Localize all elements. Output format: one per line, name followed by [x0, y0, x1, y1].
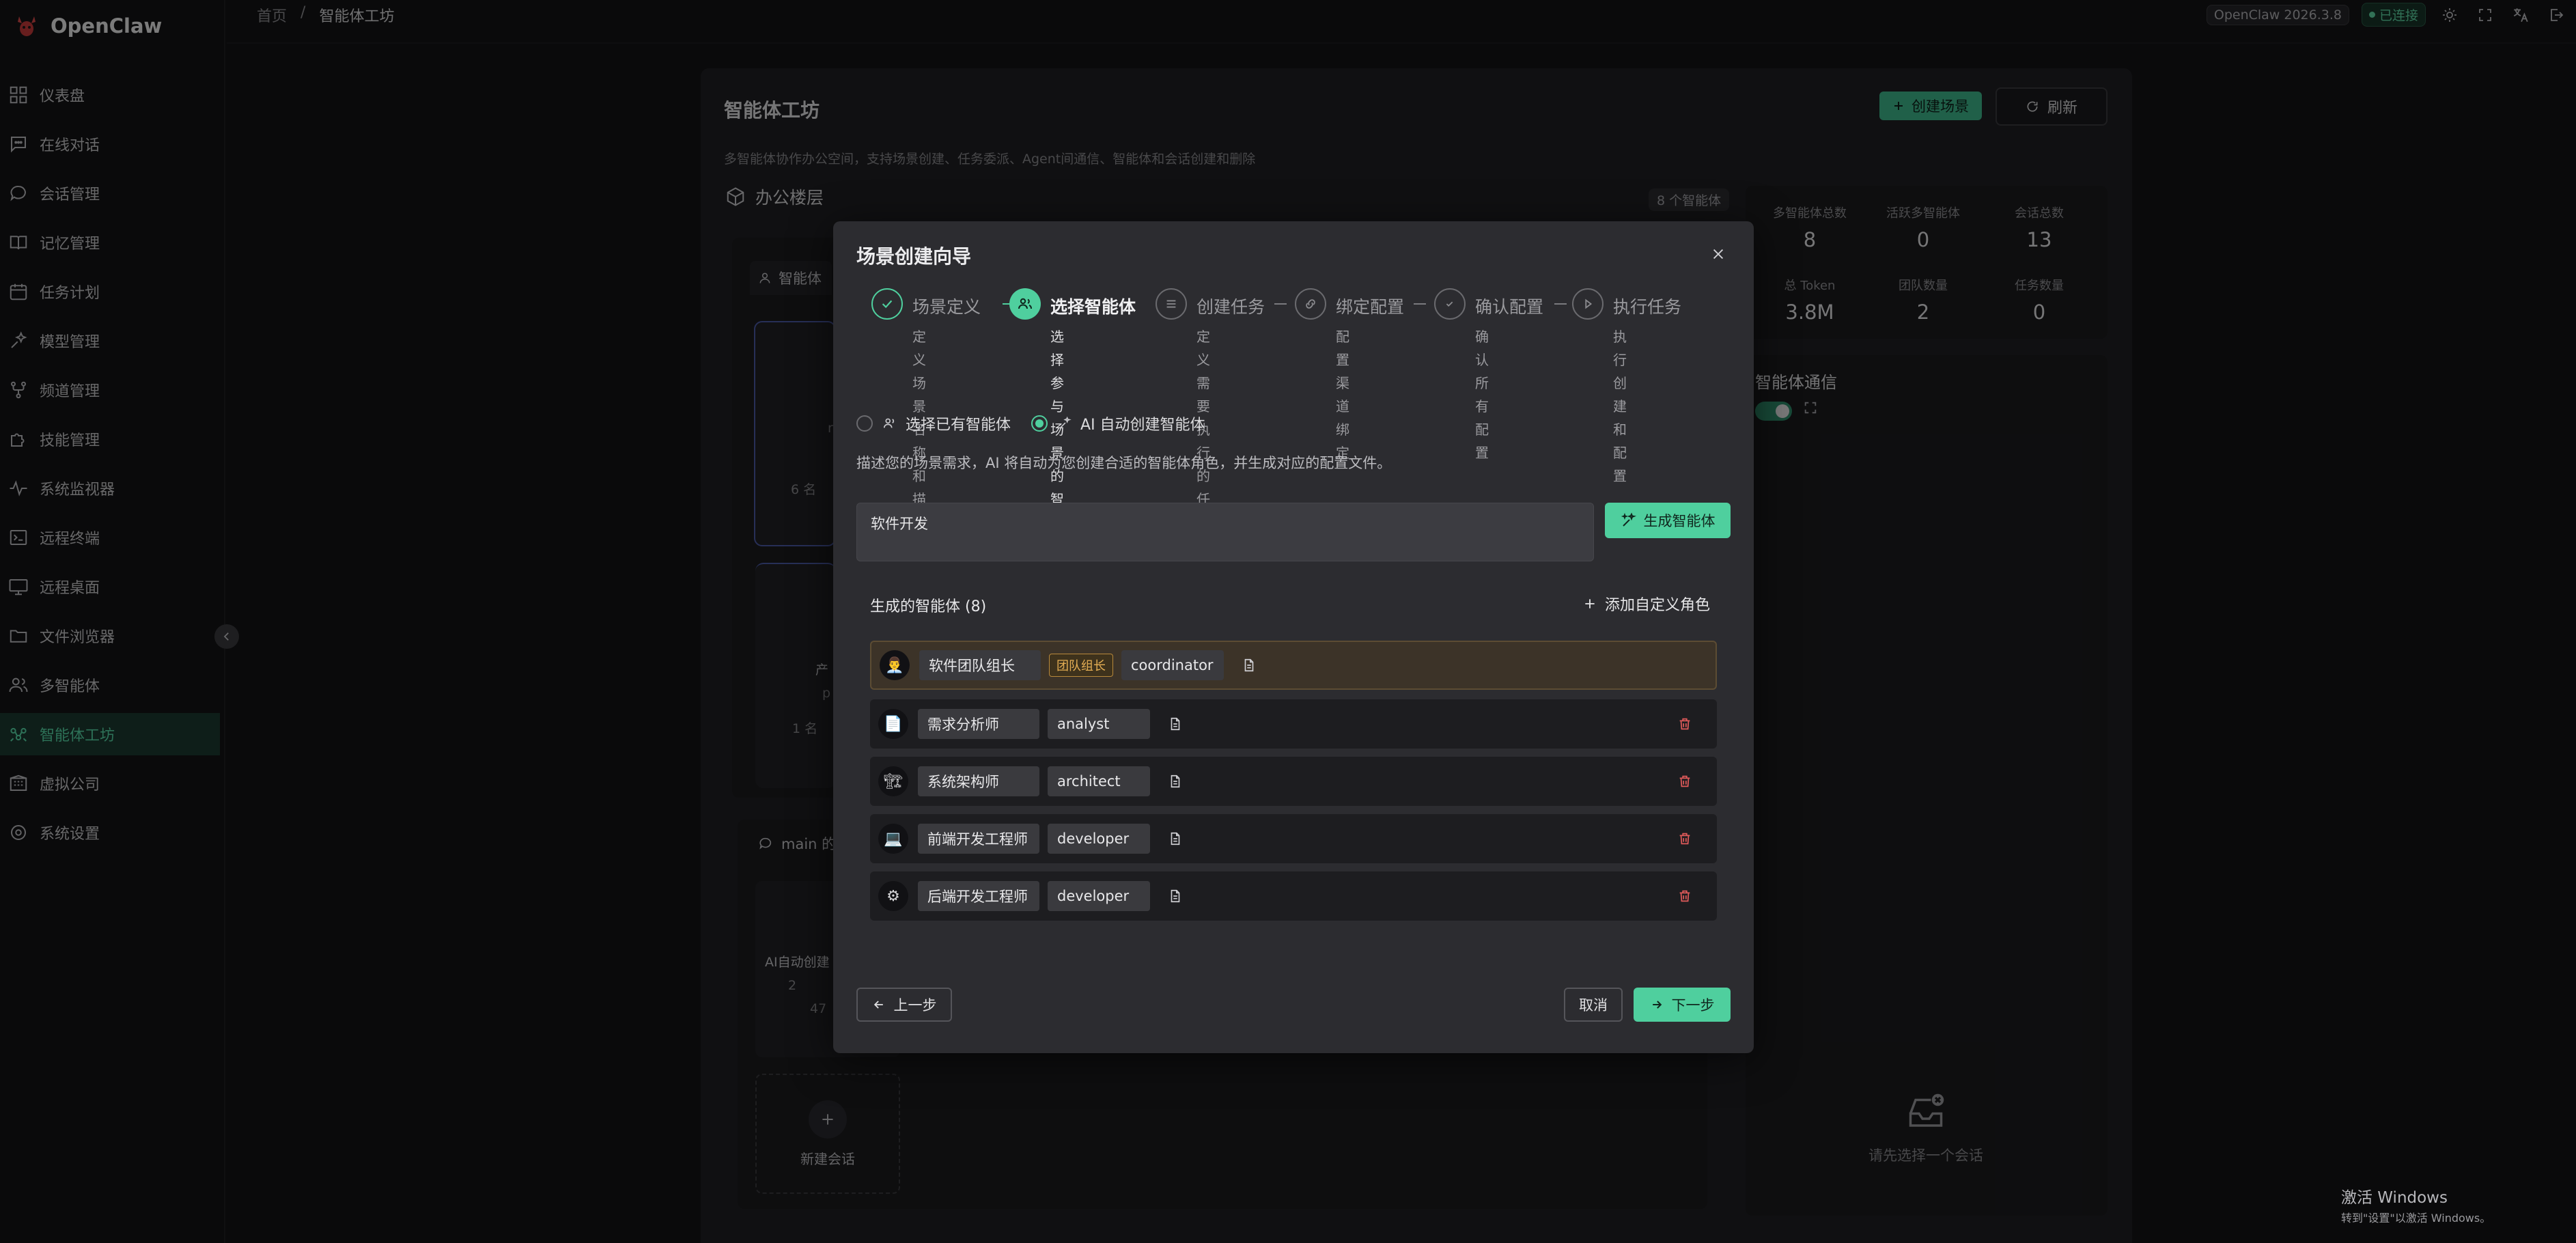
scene-description-input[interactable]: 软件开发	[856, 503, 1594, 561]
agent-row: ⚙ 后端开发工程师 developer	[870, 871, 1717, 921]
next-step-button[interactable]: 下一步	[1634, 988, 1731, 1022]
link-icon	[1295, 288, 1326, 320]
agent-avatar: 💻	[878, 824, 908, 854]
agent-name-input[interactable]: 需求分析师	[918, 709, 1039, 739]
check-circle-icon	[1434, 288, 1466, 320]
document-icon[interactable]	[1239, 655, 1259, 675]
agent-name-input[interactable]: 软件团队组长	[919, 650, 1041, 680]
team-lead-tag: 团队组长	[1049, 654, 1113, 677]
agent-role-input[interactable]: architect	[1048, 766, 1150, 796]
wizard-steps: 场景定义 定义场景名称和描述 选择智能体 选择参与场景的智能体 创建任务 定义需…	[871, 288, 1739, 554]
generated-agents-header: 生成的智能体 (8)	[870, 598, 987, 615]
trash-icon[interactable]	[1675, 828, 1695, 849]
cancel-label: 取消	[1579, 997, 1608, 1014]
trash-icon[interactable]	[1675, 886, 1695, 906]
trash-icon[interactable]	[1675, 771, 1695, 792]
magic-wand-icon	[1057, 416, 1080, 431]
agent-name-input[interactable]: 前端开发工程师	[918, 824, 1039, 854]
scene-wizard-dialog: 场景创建向导 场景定义 定义场景名称和描述 选择智能体 选择参与场景的智能体 创…	[833, 221, 1754, 1053]
agent-avatar: 👨‍💼	[880, 650, 910, 680]
next-step-label: 下一步	[1671, 997, 1715, 1014]
mode-description: 描述您的场景需求，AI 将自动为您创建合适的智能体角色，并生成对应的配置文件。	[856, 455, 1392, 471]
cancel-button[interactable]: 取消	[1564, 988, 1623, 1022]
list-icon	[1156, 288, 1187, 320]
trash-icon[interactable]	[1675, 714, 1695, 734]
previous-step-button[interactable]: 上一步	[856, 988, 952, 1022]
add-custom-role-label: 添加自定义角色	[1605, 597, 1711, 614]
agent-avatar: 📄	[878, 709, 908, 739]
agent-role-input[interactable]: analyst	[1048, 709, 1150, 739]
agent-name-input[interactable]: 后端开发工程师	[918, 881, 1039, 911]
add-custom-role-button[interactable]: 添加自定义角色	[1583, 593, 1710, 615]
mode-ai-label: AI 自动创建智能体	[1080, 417, 1205, 434]
document-icon[interactable]	[1165, 828, 1186, 849]
agent-role-input[interactable]: developer	[1048, 824, 1150, 854]
close-icon	[1711, 247, 1726, 262]
step-connector	[1414, 303, 1426, 305]
step-connector	[1274, 303, 1287, 305]
generate-agents-button[interactable]: 生成智能体	[1605, 503, 1731, 538]
document-icon[interactable]	[1165, 886, 1186, 906]
agent-row: 🏗 系统架构师 architect	[870, 757, 1717, 806]
plus-icon	[1583, 597, 1597, 611]
document-icon[interactable]	[1165, 714, 1186, 734]
agent-row: 💻 前端开发工程师 developer	[870, 814, 1717, 863]
users-icon	[882, 416, 906, 431]
agent-name-input[interactable]: 系统架构师	[918, 766, 1039, 796]
windows-activation-watermark: 激活 Windows 转到"设置"以激活 Windows。	[2341, 1189, 2491, 1225]
agent-role-input[interactable]: coordinator	[1121, 650, 1224, 680]
agent-row: 👨‍💼 软件团队组长 团队组长 coordinator	[870, 641, 1717, 690]
document-icon[interactable]	[1165, 771, 1186, 792]
close-button[interactable]	[1706, 242, 1731, 266]
agent-row: 📄 需求分析师 analyst	[870, 699, 1717, 749]
mode-existing-label: 选择已有智能体	[906, 417, 1011, 434]
arrow-right-icon	[1650, 998, 1664, 1011]
arrow-left-icon	[872, 998, 886, 1011]
previous-step-label: 上一步	[893, 997, 937, 1014]
radio-ai[interactable]	[1031, 415, 1048, 432]
users-icon	[1009, 288, 1041, 320]
mode-existing-option[interactable]: 选择已有智能体	[856, 413, 1011, 434]
step-connector	[1554, 303, 1567, 305]
dialog-title: 场景创建向导	[856, 245, 972, 268]
check-icon	[871, 288, 903, 320]
magic-wand-icon	[1621, 512, 1637, 529]
agent-avatar: 🏗	[878, 766, 908, 796]
play-icon	[1572, 288, 1604, 320]
agent-avatar: ⚙	[878, 881, 908, 911]
agent-role-input[interactable]: developer	[1048, 881, 1150, 911]
generate-agents-label: 生成智能体	[1643, 513, 1716, 529]
agent-mode-radio-group: 选择已有智能体 AI 自动创建智能体	[856, 413, 1205, 434]
radio-existing[interactable]	[856, 415, 873, 432]
mode-ai-option[interactable]: AI 自动创建智能体	[1031, 413, 1205, 434]
